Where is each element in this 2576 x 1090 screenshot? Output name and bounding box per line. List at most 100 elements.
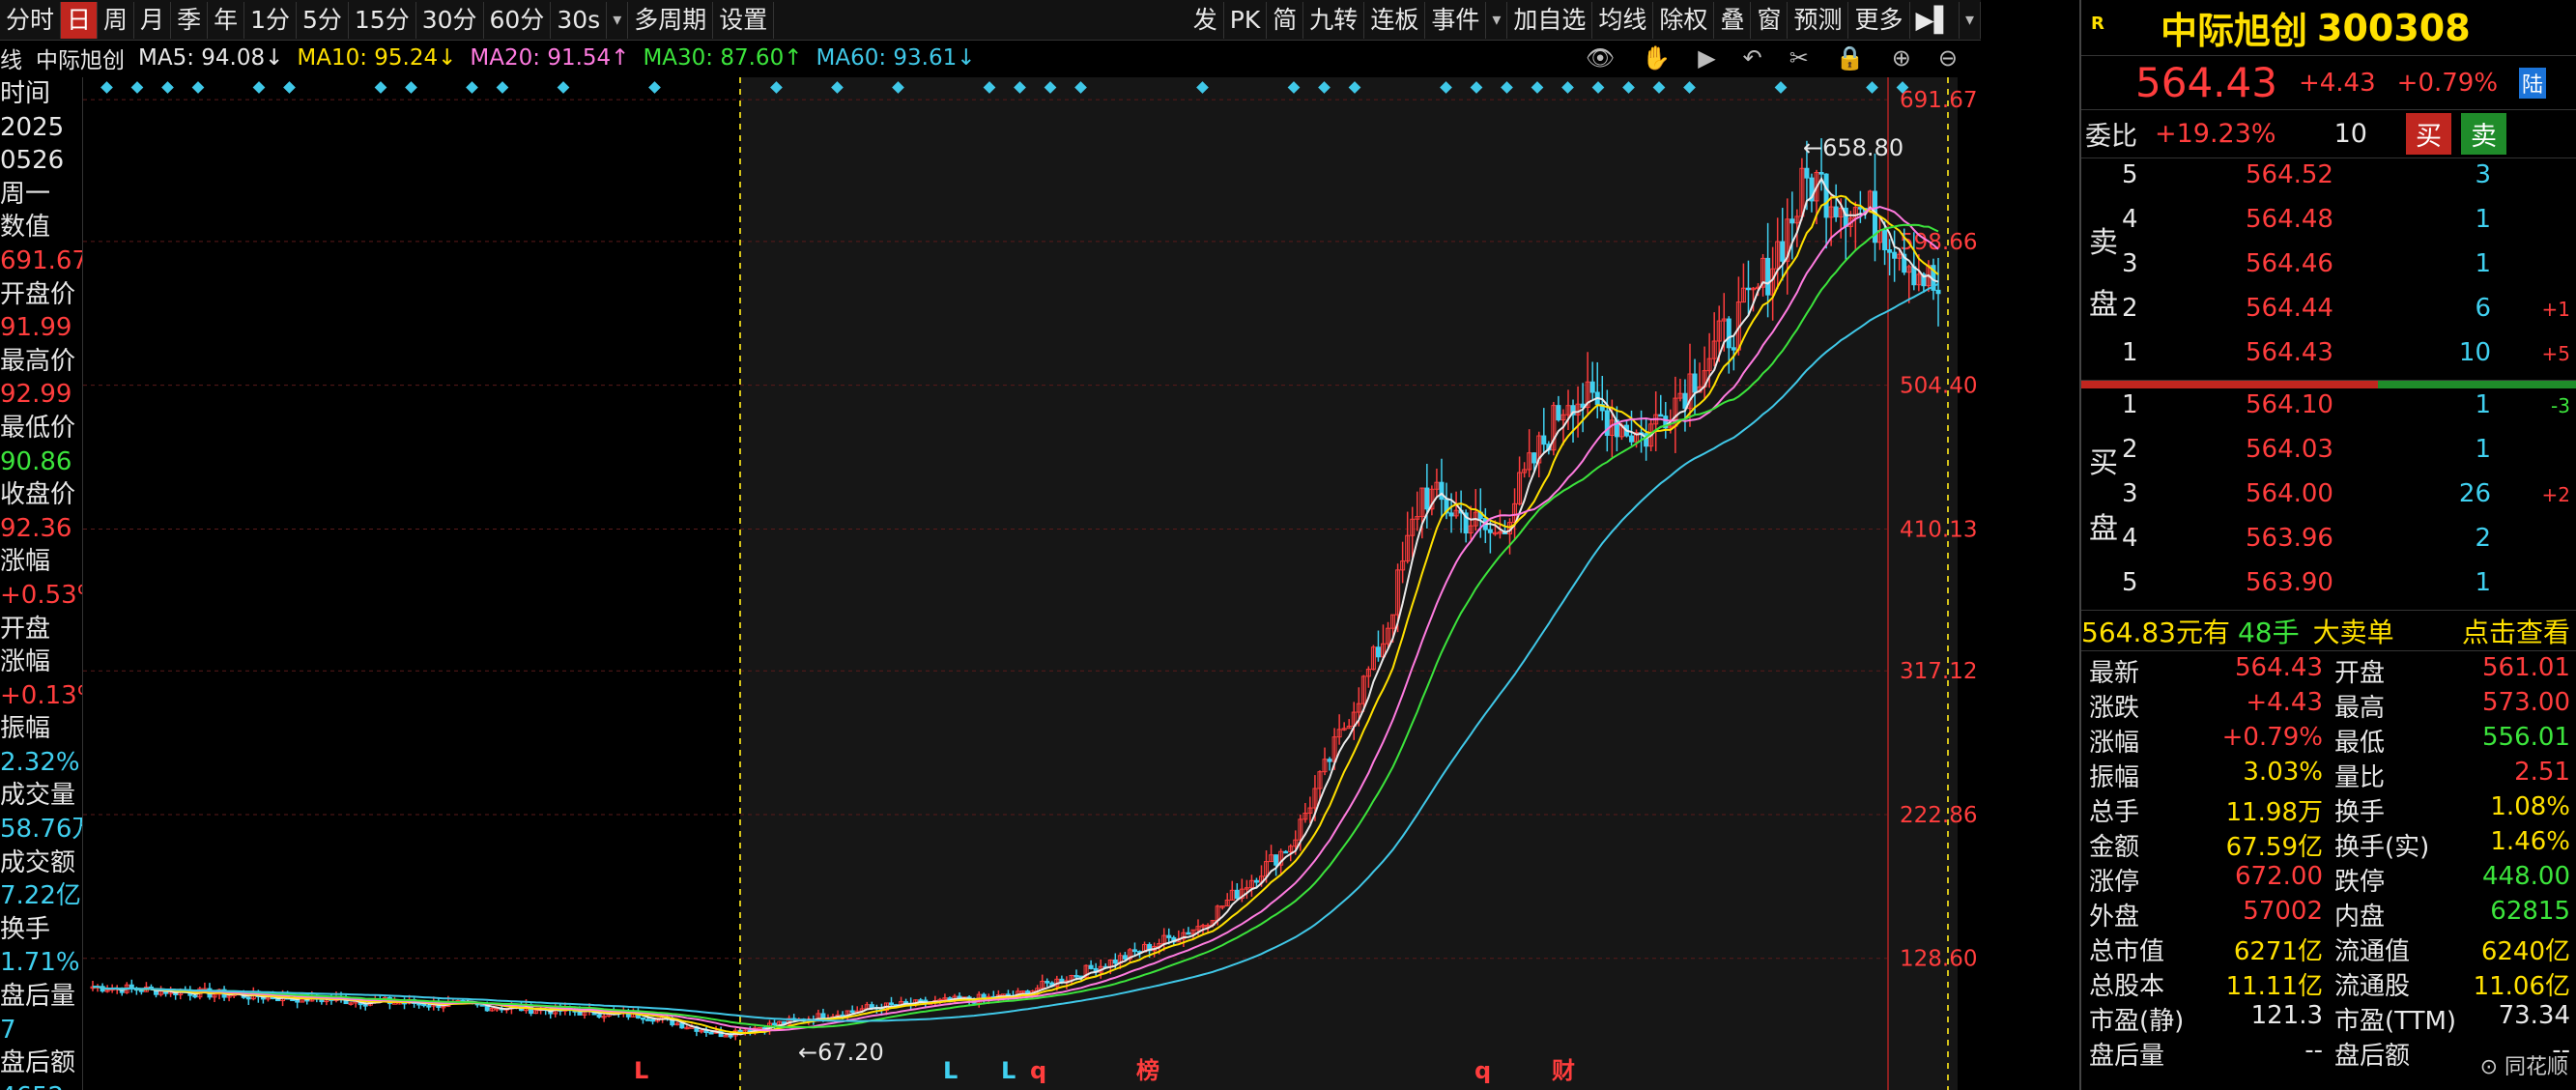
sell-button[interactable]: 卖 (2460, 113, 2506, 155)
asks-volume: 6 (2475, 294, 2491, 323)
stat-label: 最低 (2334, 729, 2386, 758)
stat-value: 573.00 (2482, 688, 2570, 717)
quote-header: R 中际旭创 300308 (2081, 0, 2576, 56)
info-row-18: +0.13% (0, 680, 82, 710)
candle-body-205 (1088, 964, 1094, 969)
zoom-in-icon[interactable]: ⊕ (1892, 44, 1911, 72)
stat-value: +0.79% (2221, 723, 2323, 752)
toolbar-action-3[interactable]: 九转 (1303, 1, 1365, 39)
period-tab-12[interactable]: 多周期 (628, 1, 714, 39)
toolbar-action-7[interactable]: 均线 (1592, 1, 1654, 39)
kline-chart[interactable]: 691.67 598.66 504.40 410.13 317.12 222.86 128.… (83, 77, 1981, 1090)
info-row-3: 周一 (0, 179, 51, 209)
event-dropdown-icon[interactable]: ▾ (1486, 1, 1508, 39)
candle-body-355 (1818, 172, 1824, 175)
toolbar-action-1[interactable]: PK (1224, 1, 1268, 39)
buy-button[interactable]: 买 (2405, 113, 2451, 155)
asks-row-3[interactable]: 2 564.44 6 +1 (2081, 294, 2576, 338)
stat-label: 涨幅 (2089, 729, 2140, 758)
toolbar-action-10[interactable]: 窗 (1751, 1, 1789, 39)
stat-label: 最高 (2334, 694, 2386, 723)
kline-svg[interactable]: 691.67 598.66 504.40 410.13 317.12 222.86 128.… (83, 77, 1981, 1090)
stat-label: 流通股 (2334, 972, 2411, 1001)
big-order-row[interactable]: 564.83元有 48手 大卖单 点击查看 (2081, 611, 2576, 651)
period-tab-11[interactable]: 30s (551, 1, 608, 39)
stat-value: 1.46% (2490, 827, 2570, 856)
event-marker-3: q (1030, 1057, 1046, 1084)
zoom-out-icon[interactable]: ⊖ (1938, 44, 1958, 72)
period-tab-10[interactable]: 60分 (484, 1, 552, 39)
info-row-12: 收盘价 (0, 480, 76, 510)
bids-row-4[interactable]: 5 563.90 1 (2081, 568, 2576, 613)
eye-icon[interactable]: 👁 (1586, 44, 1615, 72)
asks-row-1[interactable]: 4 564.48 1 (2081, 205, 2576, 249)
asks-level: 4 (2122, 205, 2138, 234)
candle-body-156 (849, 1010, 855, 1013)
bids-delta: -3 (2551, 394, 2570, 417)
toolbar-action-4[interactable]: 连板 (1364, 1, 1426, 39)
asks-row-0[interactable]: 5 564.52 3 (2081, 160, 2576, 205)
scissors-icon[interactable]: ✂ (1789, 44, 1809, 72)
play-icon[interactable]: ▶▌ (1910, 1, 1960, 39)
stat-value: 2.51 (2514, 758, 2570, 787)
bids-volume: 2 (2475, 524, 2491, 553)
candle-body-115 (650, 1018, 656, 1022)
candle-body-202 (1073, 975, 1079, 978)
period-tab-2[interactable]: 周 (98, 1, 135, 39)
bids-row-2[interactable]: 3 564.00 26 +2 (2081, 479, 2576, 524)
period-tab-9[interactable]: 30分 (416, 1, 484, 39)
toolbar-action-12[interactable]: 更多 (1848, 1, 1910, 39)
ma-prefix: 线 (0, 48, 22, 73)
view-details-link[interactable]: 点击查看 (2462, 612, 2570, 650)
toolbar-action-5[interactable]: 事件 (1425, 1, 1487, 39)
bids-row-1[interactable]: 2 564.03 1 (2081, 435, 2576, 479)
toolbar-action-2[interactable]: 简 (1267, 1, 1304, 39)
asks-row-2[interactable]: 3 564.46 1 (2081, 249, 2576, 294)
lock-icon[interactable]: 🔒 (1836, 44, 1865, 72)
period-tab-6[interactable]: 1分 (244, 1, 297, 39)
toolbar-action-0[interactable]: 发 (1188, 1, 1224, 39)
candle-body-340 (1745, 287, 1751, 291)
period-tab-8[interactable]: 15分 (349, 1, 416, 39)
event-diamond-3 (191, 81, 205, 94)
period-tab-4[interactable]: 季 (171, 1, 209, 39)
toolbar-action-11[interactable]: 预测 (1788, 1, 1849, 39)
lu-badge: 陆 (2519, 67, 2547, 99)
stat-label: 换手(实) (2334, 833, 2430, 862)
period-tab-0[interactable]: 分时 (0, 1, 62, 39)
candle-body-69 (426, 1005, 432, 1008)
more-dropdown-icon[interactable]: ▾ (1960, 1, 1981, 39)
asks-level: 3 (2122, 249, 2138, 278)
asks-price: 564.43 (2246, 338, 2333, 367)
candle-body-358 (1833, 206, 1839, 217)
period-tab-13[interactable]: 设置 (713, 1, 775, 39)
asks-delta: +5 (2541, 342, 2570, 365)
candle-body-221 (1166, 934, 1172, 938)
asks-level: 5 (2122, 160, 2138, 189)
stat-label: 金额 (2089, 833, 2140, 862)
period-tab-7[interactable]: 5分 (297, 1, 349, 39)
play-icon[interactable]: ▶ (1698, 44, 1715, 72)
toolbar-action-9[interactable]: 叠 (1714, 1, 1752, 39)
period-tab-3[interactable]: 月 (134, 1, 172, 39)
asks-row-4[interactable]: 1 564.43 10 +5 (2081, 338, 2576, 383)
bids-level: 5 (2122, 568, 2138, 597)
event-marker-5: q (1474, 1057, 1491, 1084)
stock-code: 300308 (2317, 6, 2471, 49)
event-diamond-0 (100, 81, 113, 94)
bids-row-3[interactable]: 4 563.96 2 (2081, 524, 2576, 568)
toolbar-action-6[interactable]: 加自选 (1507, 1, 1593, 39)
candle-body-183 (981, 993, 987, 999)
undo-icon[interactable]: ↶ (1743, 44, 1762, 72)
candle-body-298 (1541, 435, 1547, 445)
period-dropdown-icon[interactable]: ▾ (607, 1, 629, 39)
toolbar-action-8[interactable]: 除权 (1653, 1, 1715, 39)
bids-row-0[interactable]: 1 564.10 1 -3 (2081, 390, 2576, 435)
stat-row-9: 总股本 11.11亿 流通股 11.06亿 (2081, 964, 2576, 1001)
period-tab-1[interactable]: 日 (61, 1, 99, 39)
period-tab-5[interactable]: 年 (208, 1, 245, 39)
asks-volume: 1 (2475, 205, 2491, 234)
candle-body-287 (1487, 529, 1493, 533)
hand-icon[interactable]: ✋ (1642, 44, 1671, 72)
stat-label: 总手 (2089, 798, 2140, 827)
